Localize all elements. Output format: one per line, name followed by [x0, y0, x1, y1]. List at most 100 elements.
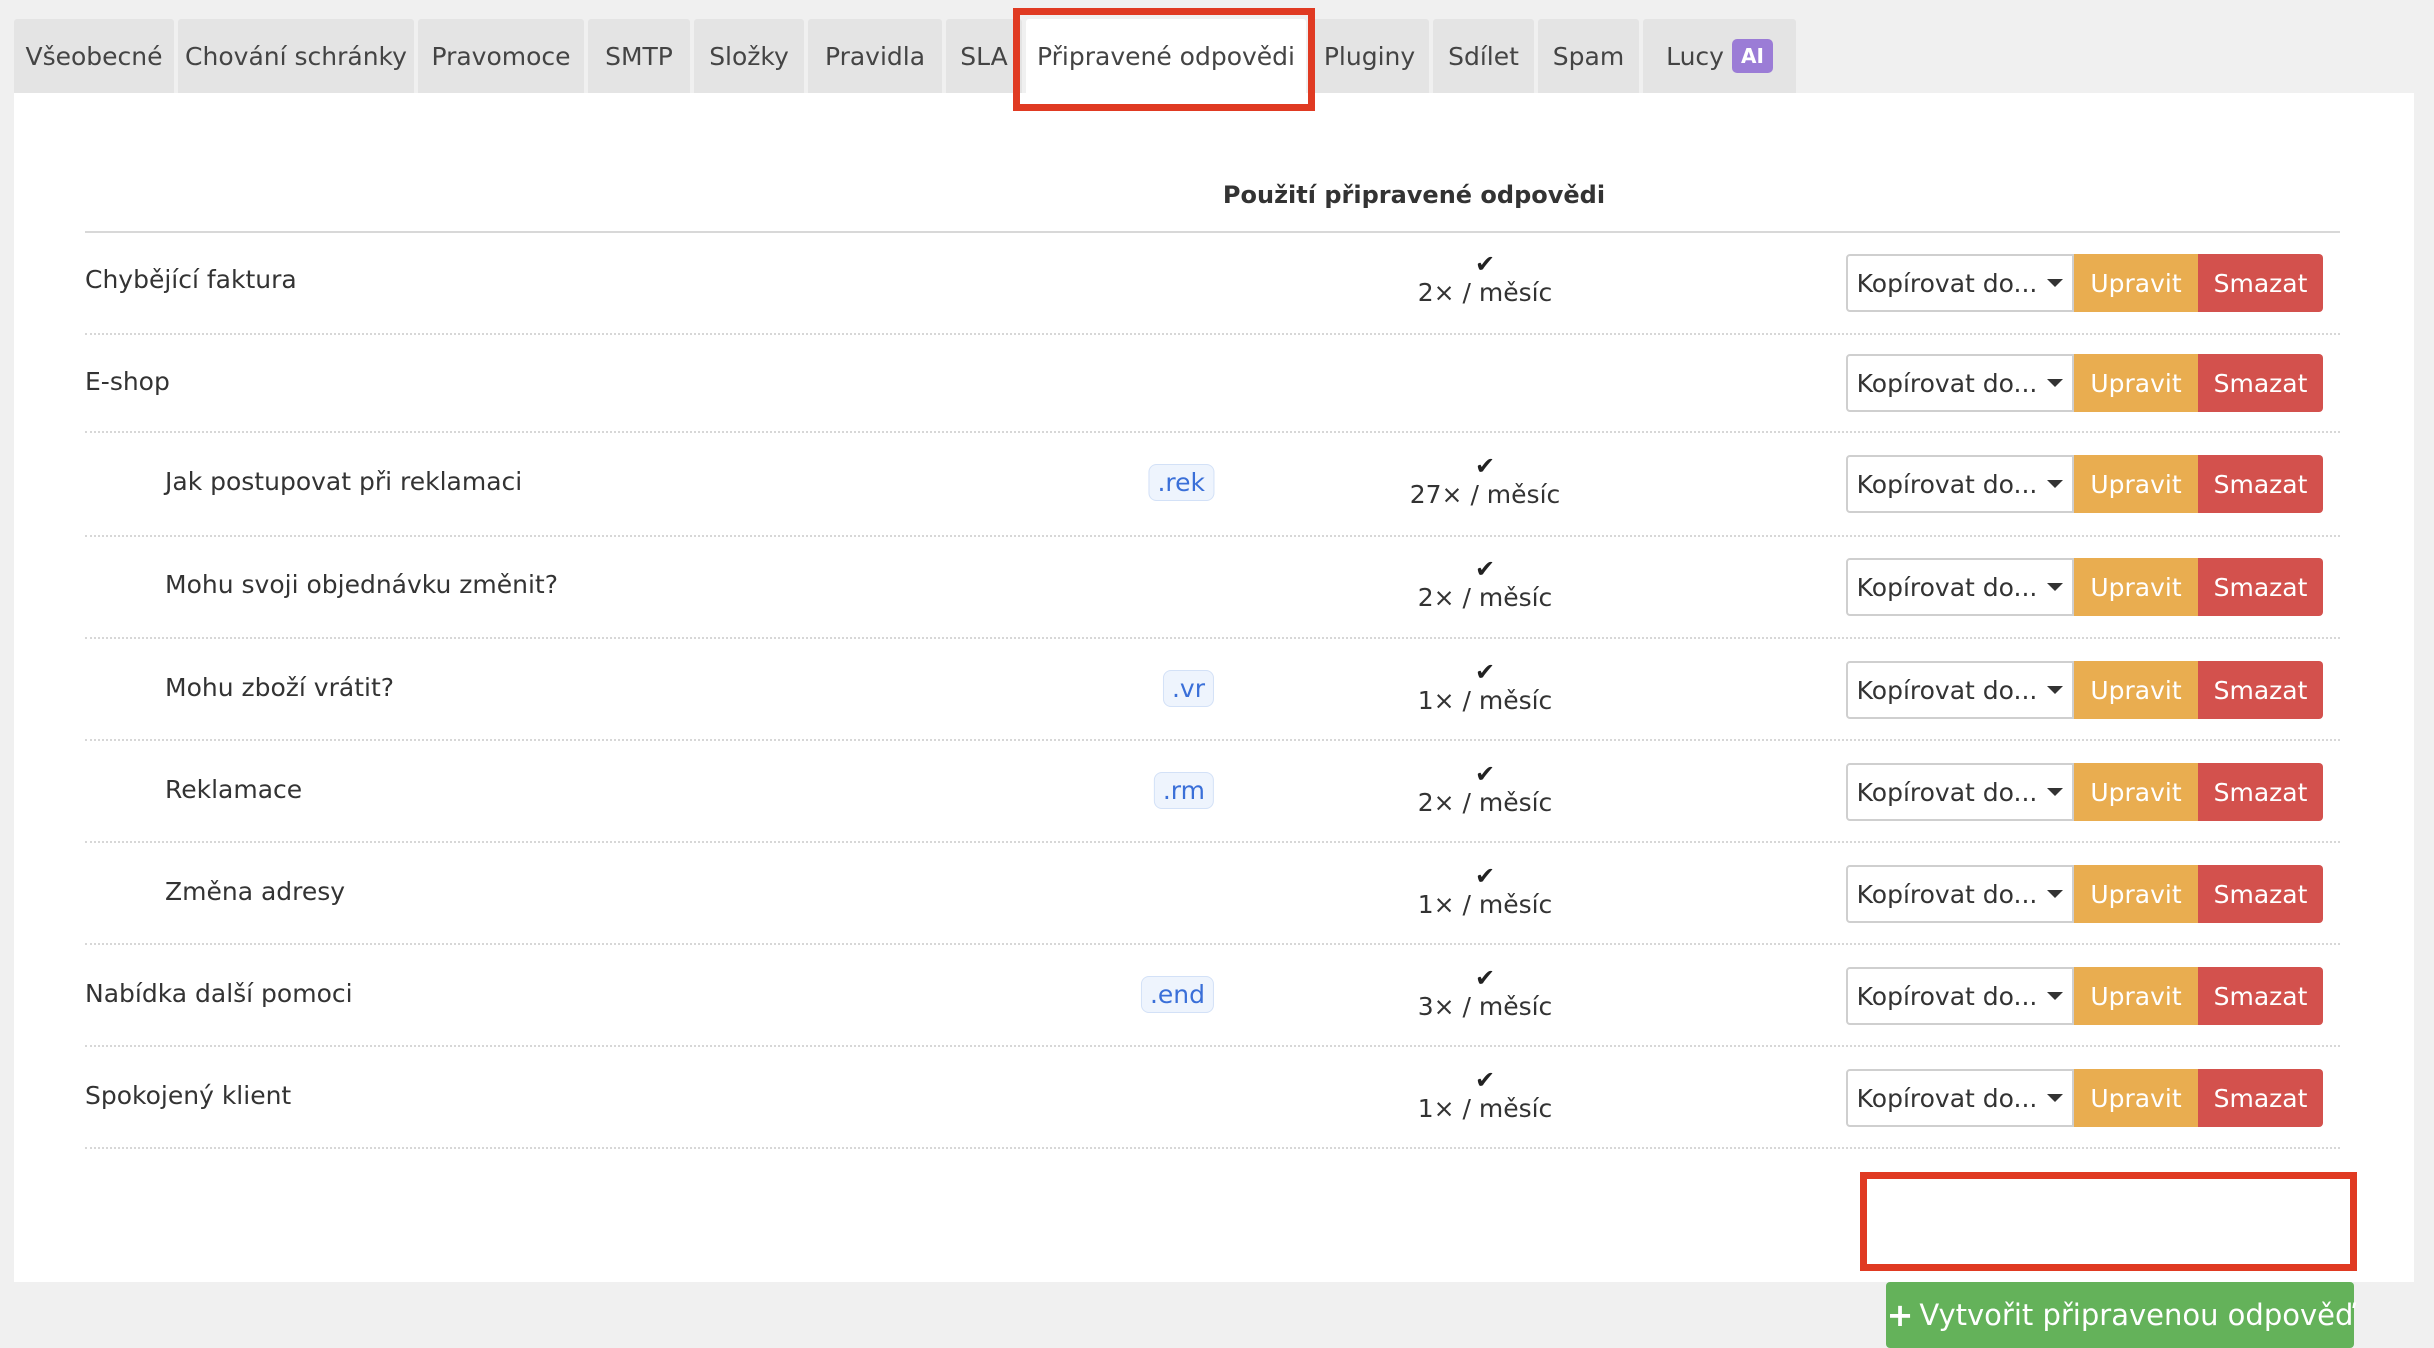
tab-canned-responses[interactable]: Připravené odpovědi — [1026, 19, 1306, 93]
usage-text: 1× / měsíc — [1417, 890, 1553, 919]
caret-down-icon — [2047, 480, 2064, 488]
row-actions: Kopírovat do... Upravit Smazat — [1846, 1069, 2323, 1127]
tab-general[interactable]: Všeobecné — [14, 19, 174, 93]
usage-text: 1× / měsíc — [1417, 686, 1553, 715]
usage-text: 1× / měsíc — [1417, 1094, 1553, 1123]
edit-button[interactable]: Upravit — [2074, 455, 2198, 513]
usage-cell: ✔ 1× / měsíc — [1085, 1067, 1885, 1125]
copy-label: Kopírovat do... — [1856, 469, 2038, 499]
caret-down-icon — [2047, 379, 2064, 387]
tab-rules[interactable]: Pravidla — [808, 19, 942, 93]
copy-to-dropdown[interactable]: Kopírovat do... — [1846, 1069, 2074, 1127]
delete-button[interactable]: Smazat — [2198, 967, 2323, 1025]
create-button-label: Vytvořit připravenou odpověď — [1919, 1298, 2354, 1332]
tab-smtp[interactable]: SMTP — [588, 19, 690, 93]
edit-button[interactable]: Upravit — [2074, 661, 2198, 719]
tab-sla[interactable]: SLA — [946, 19, 1022, 93]
response-name[interactable]: Nabídka další pomoci — [85, 979, 353, 1008]
edit-button[interactable]: Upravit — [2074, 254, 2198, 312]
tab-permissions[interactable]: Pravomoce — [418, 19, 584, 93]
usage-text: 2× / měsíc — [1417, 583, 1553, 612]
delete-button[interactable]: Smazat — [2198, 763, 2323, 821]
tab-label: SMTP — [605, 41, 673, 71]
usage-cell: ✔ 27× / měsíc — [1085, 453, 1885, 511]
edit-button[interactable]: Upravit — [2074, 1069, 2198, 1127]
copy-to-dropdown[interactable]: Kopírovat do... — [1846, 967, 2074, 1025]
copy-to-dropdown[interactable]: Kopírovat do... — [1846, 865, 2074, 923]
usage-cell: ✔ 1× / měsíc — [1085, 659, 1885, 717]
copy-to-dropdown[interactable]: Kopírovat do... — [1846, 354, 2074, 412]
row-actions: Kopírovat do... Upravit Smazat — [1846, 354, 2323, 412]
caret-down-icon — [2047, 1094, 2064, 1102]
response-name[interactable]: Chybějící faktura — [85, 265, 297, 294]
plus-icon: + — [1886, 1296, 1914, 1334]
row-actions: Kopírovat do... Upravit Smazat — [1846, 763, 2323, 821]
response-name[interactable]: Změna adresy — [165, 877, 345, 906]
copy-label: Kopírovat do... — [1856, 268, 2038, 298]
check-icon: ✔ — [1474, 452, 1496, 480]
copy-label: Kopírovat do... — [1856, 879, 2038, 909]
response-name[interactable]: Reklamace — [165, 775, 302, 804]
tab-mailbox-behavior[interactable]: Chování schránky — [178, 19, 414, 93]
check-icon: ✔ — [1474, 658, 1496, 686]
caret-down-icon — [2047, 279, 2064, 287]
edit-button[interactable]: Upravit — [2074, 865, 2198, 923]
copy-label: Kopírovat do... — [1856, 1083, 2038, 1113]
delete-button[interactable]: Smazat — [2198, 354, 2323, 412]
edit-button[interactable]: Upravit — [2074, 558, 2198, 616]
table-row: Spokojený klient ✔ 1× / měsíc Kopírovat … — [85, 1047, 2340, 1149]
copy-label: Kopírovat do... — [1856, 675, 2038, 705]
usage-column-header: Použití připravené odpovědi — [1222, 181, 1606, 209]
copy-label: Kopírovat do... — [1856, 572, 2038, 602]
copy-to-dropdown[interactable]: Kopírovat do... — [1846, 763, 2074, 821]
usage-cell: ✔ 3× / měsíc — [1085, 965, 1885, 1023]
tab-lucy-ai[interactable]: Lucy AI — [1643, 19, 1796, 93]
check-icon: ✔ — [1474, 1066, 1496, 1094]
usage-cell: ✔ 1× / měsíc — [1085, 863, 1885, 921]
delete-button[interactable]: Smazat — [2198, 455, 2323, 513]
check-icon: ✔ — [1474, 760, 1496, 788]
tab-label: Spam — [1552, 41, 1625, 71]
edit-button[interactable]: Upravit — [2074, 763, 2198, 821]
edit-button[interactable]: Upravit — [2074, 967, 2198, 1025]
tab-label: Sdílet — [1448, 41, 1519, 71]
create-canned-response-button[interactable]: + Vytvořit připravenou odpověď — [1886, 1282, 2354, 1348]
check-icon: ✔ — [1474, 964, 1496, 992]
tab-label: Pravidla — [824, 41, 926, 71]
copy-to-dropdown[interactable]: Kopírovat do... — [1846, 558, 2074, 616]
response-name[interactable]: E-shop — [85, 367, 170, 396]
delete-button[interactable]: Smazat — [2198, 1069, 2323, 1127]
copy-to-dropdown[interactable]: Kopírovat do... — [1846, 661, 2074, 719]
tab-label: Chování schránky — [185, 41, 407, 71]
edit-button[interactable]: Upravit — [2074, 354, 2198, 412]
tab-plugins[interactable]: Pluginy — [1310, 19, 1429, 93]
row-actions: Kopírovat do... Upravit Smazat — [1846, 865, 2323, 923]
tab-spam[interactable]: Spam — [1538, 19, 1639, 93]
delete-button[interactable]: Smazat — [2198, 254, 2323, 312]
tab-share[interactable]: Sdílet — [1433, 19, 1534, 93]
delete-button[interactable]: Smazat — [2198, 661, 2323, 719]
ai-badge: AI — [1731, 39, 1773, 73]
caret-down-icon — [2047, 583, 2064, 591]
caret-down-icon — [2047, 992, 2064, 1000]
response-name[interactable]: Jak postupovat při reklamaci — [165, 467, 522, 496]
usage-cell: ✔ 2× / měsíc — [1085, 556, 1885, 614]
usage-text: 27× / měsíc — [1409, 480, 1561, 509]
delete-button[interactable]: Smazat — [2198, 558, 2323, 616]
response-name[interactable]: Mohu zboží vrátit? — [165, 673, 394, 702]
copy-label: Kopírovat do... — [1856, 981, 2038, 1011]
delete-button[interactable]: Smazat — [2198, 865, 2323, 923]
row-actions: Kopírovat do... Upravit Smazat — [1846, 967, 2323, 1025]
tab-folders[interactable]: Složky — [694, 19, 804, 93]
copy-to-dropdown[interactable]: Kopírovat do... — [1846, 254, 2074, 312]
table-row: Chybějící faktura ✔ 2× / měsíc Kopírovat… — [85, 233, 2340, 335]
response-name[interactable]: Spokojený klient — [85, 1081, 291, 1110]
tab-label: Všeobecné — [25, 41, 163, 71]
tab-label: Pluginy — [1323, 41, 1416, 71]
table-row: Nabídka další pomoci .end ✔ 3× / měsíc K… — [85, 945, 2340, 1047]
copy-to-dropdown[interactable]: Kopírovat do... — [1846, 455, 2074, 513]
check-icon: ✔ — [1474, 555, 1496, 583]
canned-responses-panel: Použití připravené odpovědi Chybějící fa… — [14, 93, 2414, 1348]
response-name[interactable]: Mohu svoji objednávku změnit? — [165, 570, 558, 599]
usage-cell: ✔ 2× / měsíc — [1085, 251, 1885, 309]
